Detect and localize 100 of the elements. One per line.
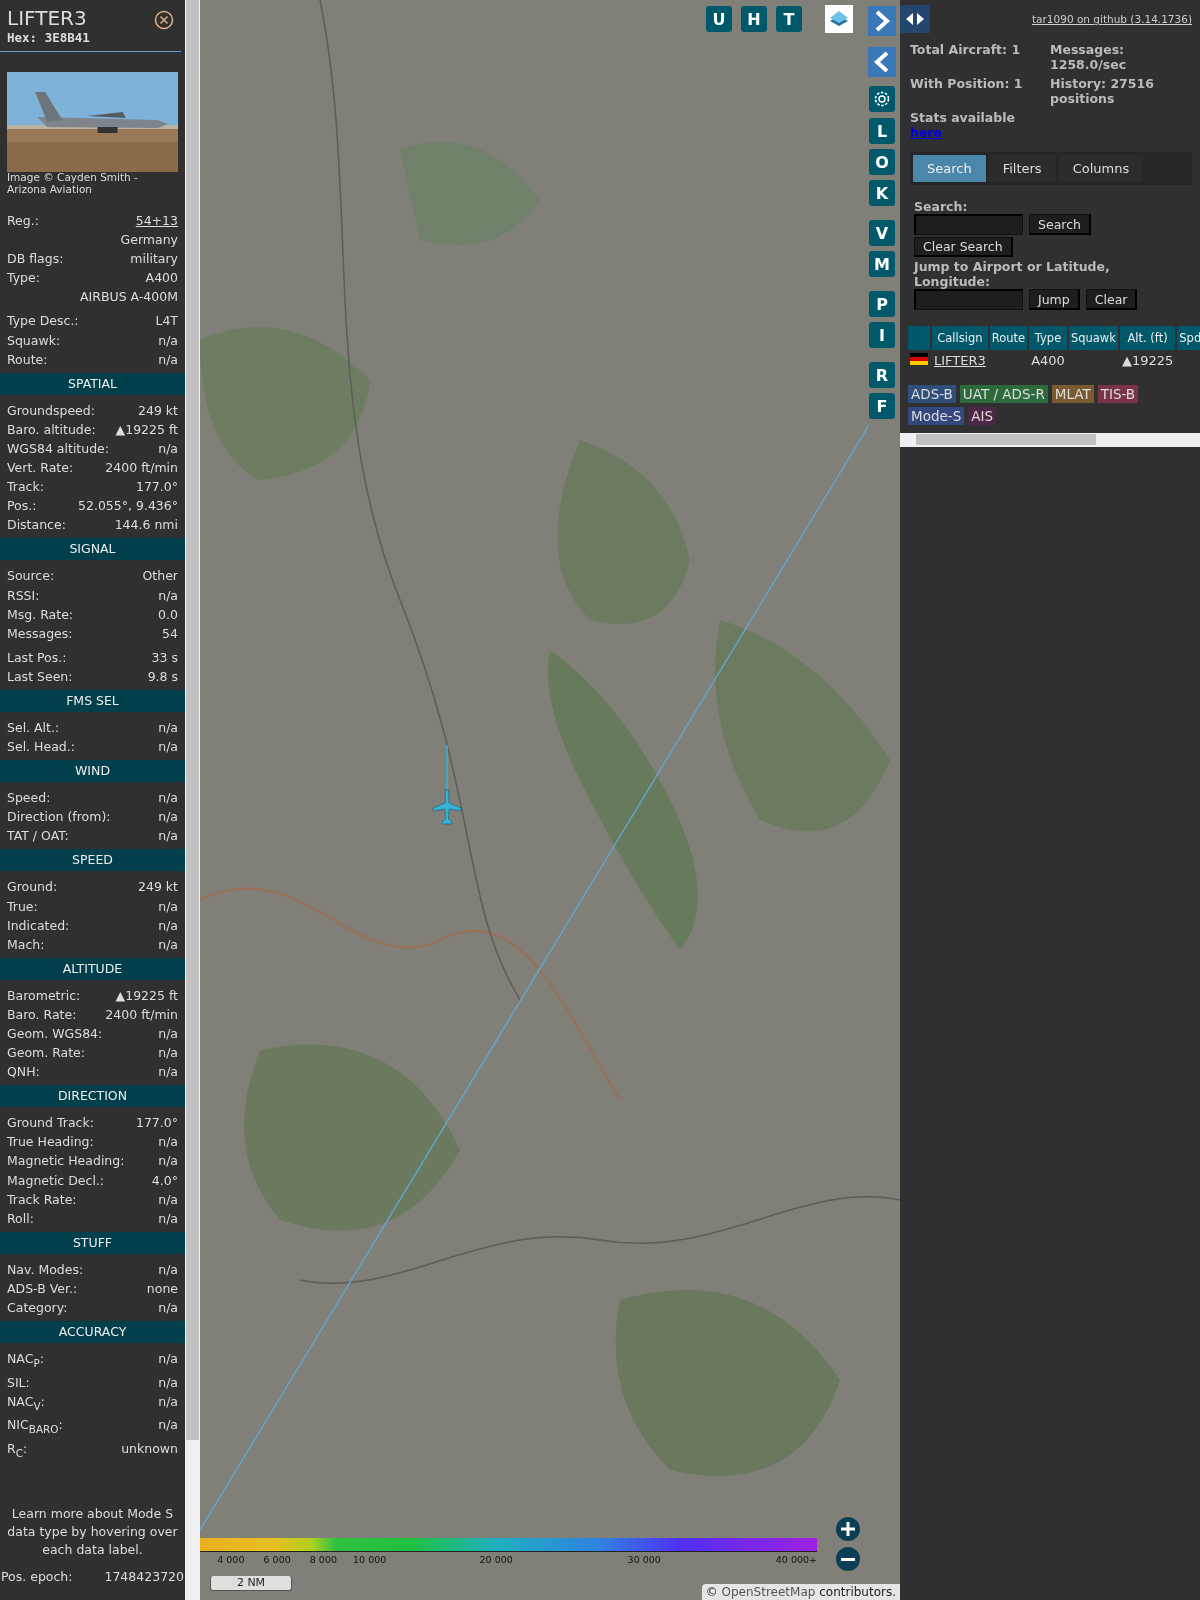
- field-value: L4T: [155, 312, 178, 331]
- field-label: Sel. Alt.:: [7, 718, 60, 737]
- field-value: 0.0: [158, 605, 178, 624]
- search-label: Search:: [914, 199, 969, 214]
- scale-label: 10 000: [353, 1554, 387, 1565]
- field-value: 177.0°: [135, 478, 178, 497]
- field-label: Last Seen:: [7, 667, 73, 686]
- tab[interactable]: Columns: [1058, 155, 1144, 182]
- field-value: 144.6 nmi: [114, 516, 178, 535]
- version-link[interactable]: tar1090 on github (3.14.1736): [1032, 13, 1192, 25]
- field-label: Messages:: [7, 624, 73, 643]
- section-header: SPEED: [0, 849, 185, 872]
- stat-text: With Position: 1: [910, 76, 1024, 91]
- field-label: Category:: [7, 1299, 68, 1318]
- settings-icon[interactable]: [869, 86, 895, 112]
- section-header: STUFF: [0, 1231, 185, 1254]
- clear-search-button[interactable]: Clear Search: [914, 237, 1013, 257]
- column-header[interactable]: Callsign: [932, 326, 988, 350]
- field-value: n/a: [158, 738, 178, 757]
- field-label: QNH:: [7, 1063, 40, 1082]
- column-header[interactable]: Spd: [1177, 326, 1200, 350]
- layers-icon[interactable]: [825, 5, 853, 33]
- field-value: n/a: [158, 331, 178, 350]
- column-header[interactable]: Route: [989, 326, 1028, 350]
- map-toggle-button[interactable]: I: [869, 322, 895, 348]
- field-label: Geom. Rate:: [7, 1044, 86, 1063]
- map-toggle-button[interactable]: F: [869, 393, 895, 419]
- stat-text: History: 27516 positions: [1050, 76, 1155, 106]
- field-label: Speed:: [7, 789, 51, 808]
- search-button[interactable]: Search: [1029, 214, 1091, 235]
- attribution-link[interactable]: OpenStreetMap: [721, 1585, 816, 1599]
- field-value: 4.0°: [151, 1171, 178, 1190]
- source-tag: MLAT: [1051, 385, 1094, 403]
- field-value: unknown: [121, 1440, 178, 1458]
- field-value: 249 kt: [138, 878, 178, 897]
- field-value: n/a: [158, 439, 178, 458]
- field-value: n/a: [158, 1392, 178, 1411]
- source-tag: AIS: [968, 407, 997, 425]
- map-toggle-button[interactable]: M: [869, 251, 895, 277]
- field-value: 52.055°, 9.436°: [78, 497, 178, 516]
- field-label: Type Desc.:: [7, 312, 79, 331]
- aircraft-callsign: LIFTER3: [7, 6, 88, 30]
- clear-button[interactable]: Clear: [1085, 289, 1138, 310]
- aircraft-icon[interactable]: [432, 745, 462, 825]
- field-value: n/a: [158, 827, 178, 846]
- source-tag: ADS-B: [908, 385, 956, 403]
- field-value: n/a: [158, 1152, 178, 1171]
- tab[interactable]: Search: [913, 155, 986, 182]
- field-value: n/a: [158, 1416, 178, 1435]
- section-header: DIRECTION: [0, 1085, 185, 1108]
- field-value: n/a: [158, 350, 178, 369]
- map-toggle-button[interactable]: T: [776, 6, 802, 32]
- map-toggle-button[interactable]: R: [869, 362, 895, 388]
- field-value: ▲19225 ft: [115, 420, 178, 439]
- map-toggle-button[interactable]: K: [869, 180, 895, 206]
- field-label: Direction (from):: [7, 808, 111, 827]
- field-label: Baro. Rate:: [7, 1005, 77, 1024]
- field-label: R$_{C}$:: [7, 1440, 28, 1461]
- callsign-link[interactable]: LIFTER3: [934, 353, 986, 368]
- field-value: n/a: [158, 1299, 178, 1318]
- search-field[interactable]: [914, 214, 1023, 235]
- map-toggle-button[interactable]: L: [869, 118, 895, 144]
- jump-field[interactable]: [914, 289, 1023, 310]
- field-label: DB flags:: [7, 250, 64, 269]
- section-header: ALTITUDE: [0, 957, 185, 980]
- field-label: Pos.:: [7, 497, 37, 516]
- close-icon[interactable]: [154, 10, 174, 30]
- stat-text: Total Aircraft: 1: [910, 42, 1022, 57]
- expand-icon[interactable]: [900, 5, 930, 33]
- column-header[interactable]: Alt. (ft): [1119, 326, 1176, 350]
- map-toggle-button[interactable]: H: [741, 6, 767, 32]
- map-toggle-button[interactable]: O: [869, 149, 895, 175]
- field-label: True Heading:: [7, 1133, 94, 1152]
- scale-label: 4 000: [217, 1554, 245, 1565]
- scrollbar[interactable]: [185, 0, 200, 1600]
- field-label: Magnetic Decl.:: [7, 1171, 105, 1190]
- map-toggle-button[interactable]: P: [869, 291, 895, 317]
- field-label: Last Pos.:: [7, 648, 67, 667]
- field-value: 249 kt: [138, 401, 178, 420]
- field-value: 177.0°: [135, 1114, 178, 1133]
- field-value: Germany: [120, 231, 178, 250]
- registration-link[interactable]: 54+13: [135, 211, 178, 231]
- column-header[interactable]: Squawk: [1068, 326, 1118, 350]
- table-cell: ▲19225: [1121, 353, 1174, 368]
- tab[interactable]: Filters: [988, 155, 1056, 182]
- chevron-right-icon[interactable]: [868, 6, 896, 36]
- field-value: n/a: [158, 808, 178, 827]
- column-header[interactable]: Type: [1029, 326, 1067, 350]
- field-value: n/a: [158, 897, 178, 916]
- jump-button[interactable]: Jump: [1029, 289, 1080, 310]
- plus-icon: [841, 1522, 855, 1536]
- field-value: n/a: [158, 1133, 178, 1152]
- field-label: Track:: [7, 478, 44, 497]
- map-attribution: © OpenStreetMap contributors.: [701, 1584, 900, 1600]
- field-label: ADS-B Ver.:: [7, 1279, 78, 1298]
- chevron-left-icon[interactable]: [868, 47, 896, 77]
- map-toggle-button[interactable]: V: [869, 220, 895, 246]
- map-toggle-button[interactable]: U: [706, 6, 732, 32]
- field-label: Ground:: [7, 878, 58, 897]
- scrollbar[interactable]: [900, 433, 1200, 447]
